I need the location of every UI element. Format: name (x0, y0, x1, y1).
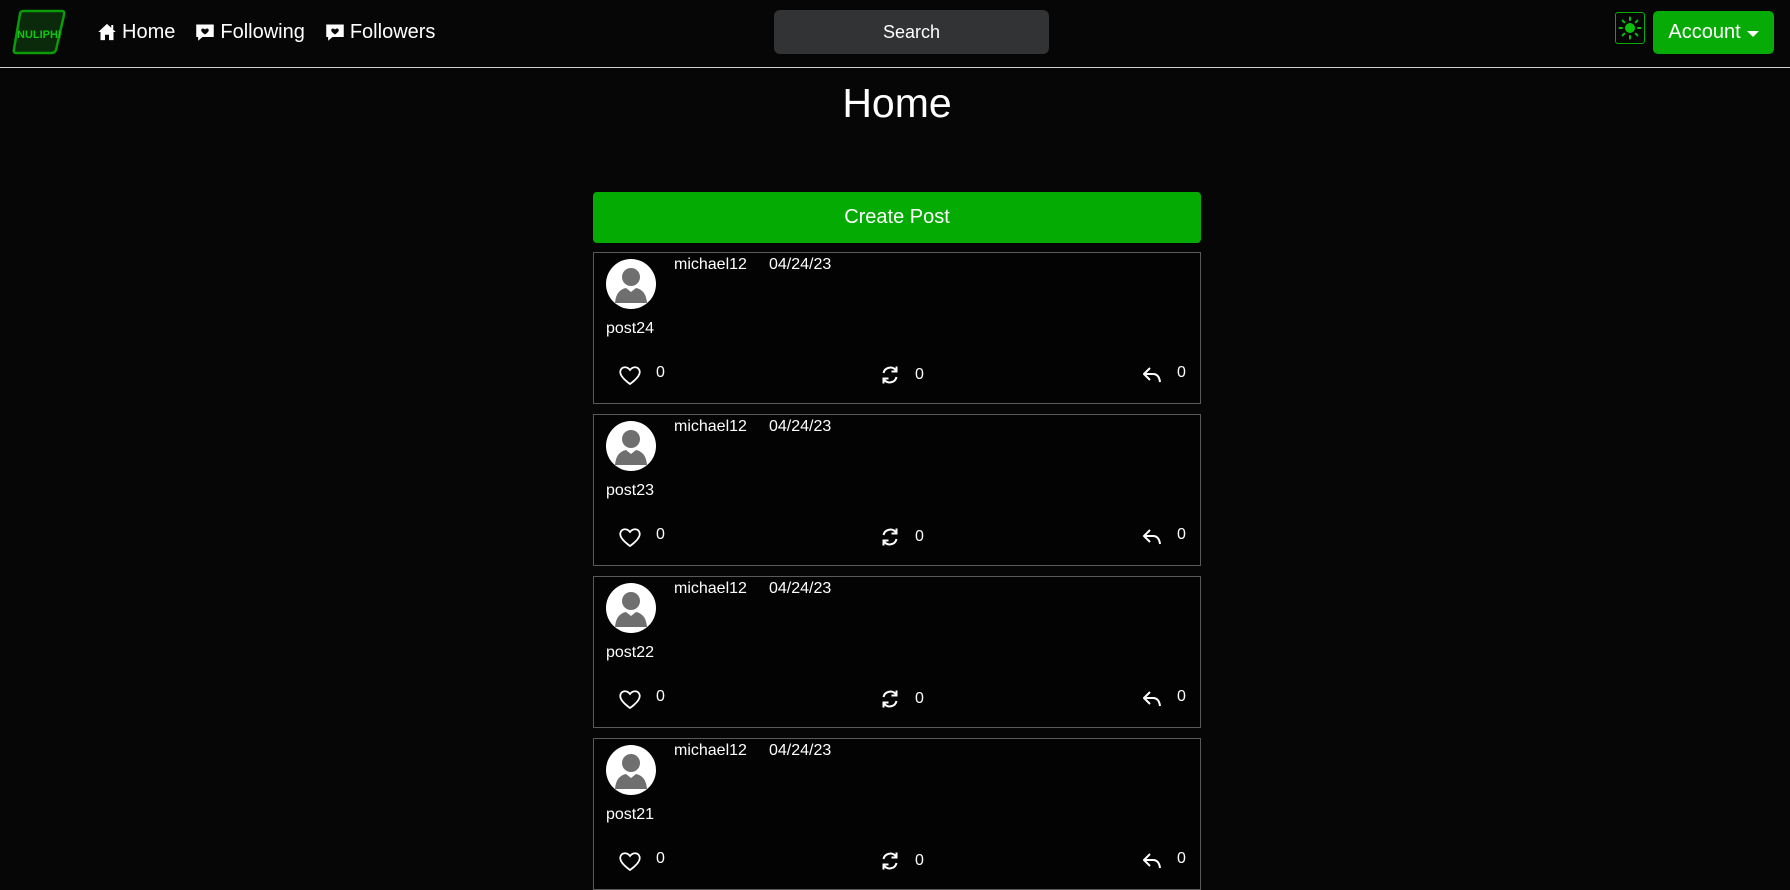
reply-icon (1143, 367, 1161, 383)
repost-button[interactable]: 0 (879, 850, 924, 872)
post-username[interactable]: michael12 (674, 256, 747, 274)
avatar[interactable] (606, 421, 656, 471)
heart-icon (619, 366, 641, 386)
reply-icon (1143, 529, 1161, 545)
account-label: Account (1668, 21, 1741, 43)
account-dropdown-button[interactable]: Account (1653, 11, 1774, 54)
repost-count: 0 (915, 366, 924, 383)
page-title: Home (842, 80, 952, 126)
caret-down-icon (1746, 30, 1759, 37)
like-count: 0 (656, 850, 665, 867)
repost-count: 0 (915, 852, 924, 869)
post-feed: Create Post michael12 04/24/23 post24 0 0 0 mi… (593, 192, 1201, 890)
reply-button[interactable]: 0 (1141, 688, 1186, 710)
post-body: post24 (606, 320, 655, 337)
post-date: 04/24/23 (769, 256, 832, 273)
reply-button[interactable]: 0 (1141, 364, 1186, 386)
post-username[interactable]: michael12 (674, 580, 747, 598)
post-card[interactable]: michael12 04/24/23 post23 0 0 0 (593, 414, 1201, 566)
theme-toggle-button[interactable] (1615, 12, 1645, 44)
like-button[interactable]: 0 (618, 850, 665, 872)
reply-icon (1143, 691, 1161, 707)
post-date: 04/24/23 (769, 418, 832, 435)
post-username[interactable]: michael12 (674, 418, 747, 436)
post-card[interactable]: michael12 04/24/23 post21 0 0 0 (593, 738, 1201, 890)
repost-button[interactable]: 0 (879, 688, 924, 710)
svg-text:NULIPHI: NULIPHI (17, 29, 61, 41)
repost-icon (882, 852, 898, 870)
post-body: post23 (606, 482, 655, 499)
repost-icon (882, 690, 898, 708)
top-navbar: NULIPHI Home Following Followers Search … (0, 0, 1790, 68)
reply-count: 0 (1177, 364, 1186, 381)
reply-count: 0 (1177, 850, 1186, 867)
search-button[interactable]: Search (774, 10, 1049, 54)
avatar-silhouette-icon (615, 754, 647, 789)
like-button[interactable]: 0 (618, 688, 665, 710)
repost-button[interactable]: 0 (879, 526, 924, 548)
avatar-silhouette-icon (615, 592, 647, 627)
reply-icon (1143, 853, 1161, 869)
repost-count: 0 (915, 690, 924, 707)
post-card[interactable]: michael12 04/24/23 post22 0 0 0 (593, 576, 1201, 728)
chat-heart-icon (326, 24, 344, 41)
avatar-silhouette-icon (615, 430, 647, 465)
reply-count: 0 (1177, 688, 1186, 705)
sun-icon (1618, 16, 1642, 40)
nav-followers-link[interactable]: Followers (325, 20, 436, 44)
nuliphi-logo[interactable]: NULIPHI (10, 8, 68, 56)
avatar-silhouette-icon (615, 268, 647, 303)
create-post-label: Create Post (844, 206, 950, 228)
repost-icon (882, 528, 898, 546)
nav-followers-label: Followers (349, 20, 436, 43)
avatar[interactable] (606, 583, 656, 633)
post-body: post22 (606, 644, 655, 661)
like-count: 0 (656, 688, 665, 705)
heart-icon (619, 528, 641, 548)
post-body: post21 (606, 806, 655, 823)
nav-following-label: Following (220, 20, 305, 43)
nav-home-link[interactable]: Home (97, 21, 175, 44)
like-button[interactable]: 0 (618, 526, 665, 548)
like-count: 0 (656, 526, 665, 543)
heart-icon (619, 690, 641, 710)
avatar[interactable] (606, 259, 656, 309)
heart-icon (619, 852, 641, 872)
repost-icon (882, 366, 898, 384)
post-card[interactable]: michael12 04/24/23 post24 0 0 0 (593, 252, 1201, 404)
reply-count: 0 (1177, 526, 1186, 543)
nav-following-link[interactable]: Following (195, 20, 305, 44)
post-username[interactable]: michael12 (674, 742, 747, 760)
search-label: Search (882, 21, 941, 42)
reply-button[interactable]: 0 (1141, 526, 1186, 548)
post-list: michael12 04/24/23 post24 0 0 0 michael12 04/24… (593, 252, 1201, 890)
chat-heart-icon (196, 24, 215, 41)
like-button[interactable]: 0 (618, 364, 665, 386)
post-date: 04/24/23 (769, 580, 832, 597)
nav-home-label: Home (122, 20, 176, 43)
create-post-button[interactable]: Create Post (593, 192, 1201, 243)
repost-count: 0 (915, 528, 924, 545)
repost-button[interactable]: 0 (879, 364, 924, 386)
post-date: 04/24/23 (769, 742, 832, 759)
avatar[interactable] (606, 745, 656, 795)
house-icon (98, 23, 116, 41)
reply-button[interactable]: 0 (1141, 850, 1186, 872)
like-count: 0 (656, 364, 665, 381)
